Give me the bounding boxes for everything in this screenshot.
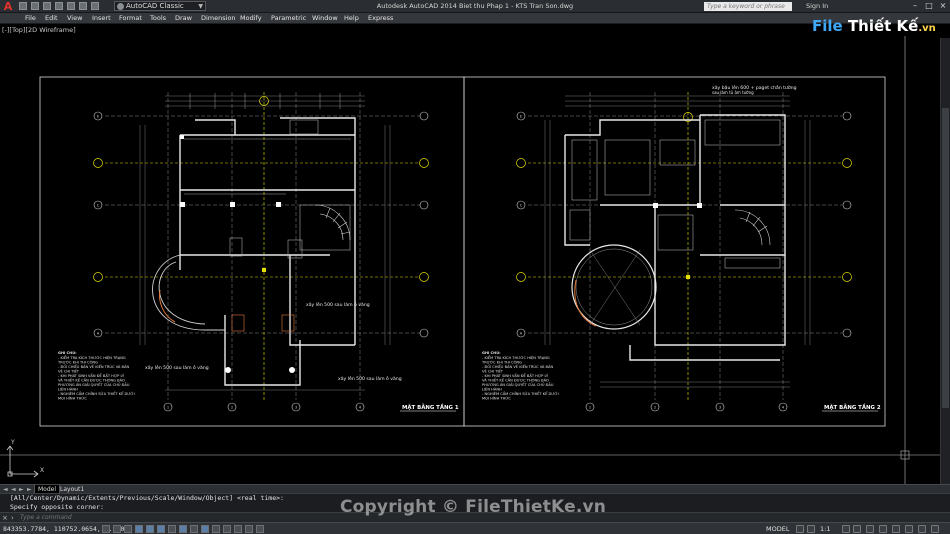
svg-text:4: 4 — [782, 406, 785, 410]
menu-edit[interactable]: Edit — [45, 13, 58, 24]
maximize-icon[interactable]: □ — [924, 1, 934, 11]
svg-text:- KHI PHÁT SINH VẤN ĐỀ BẤT HỢP: - KHI PHÁT SINH VẤN ĐỀ BẤT HỢP LÝ — [482, 373, 549, 378]
note-1: xây lên 500 sau làm ô văng — [306, 301, 370, 308]
3d-object-snap-toggle[interactable] — [168, 525, 176, 533]
layout-tabs: ◄ ◄ ► ► Model Layout1 — [0, 484, 950, 494]
note-5: sau làm tủ âm tường — [712, 90, 754, 95]
menu-tools[interactable]: Tools — [150, 13, 166, 24]
annotation-monitor-toggle[interactable] — [256, 525, 264, 533]
menu-draw[interactable]: Draw — [175, 13, 192, 24]
infer-constraints-toggle[interactable] — [102, 525, 110, 533]
menu-view[interactable]: View — [67, 13, 82, 24]
menu-modify[interactable]: Modify — [240, 13, 262, 24]
svg-text:3: 3 — [719, 406, 721, 410]
polar-tracking-toggle[interactable] — [146, 525, 154, 533]
menu-file[interactable]: File — [25, 13, 36, 24]
snap-mode-toggle[interactable] — [113, 525, 121, 533]
svg-text:MỌI HÌNH THỨC: MỌI HÌNH THỨC — [482, 396, 511, 401]
menu-express[interactable]: Express — [368, 13, 393, 24]
svg-text:C: C — [97, 204, 100, 208]
svg-text:LIÊN HÀNH: LIÊN HÀNH — [58, 387, 78, 392]
menu-bar: File Edit View Insert Format Tools Draw … — [0, 13, 950, 24]
svg-text:1: 1 — [167, 406, 169, 410]
svg-text:2: 2 — [231, 406, 233, 410]
vertical-scrollbar[interactable] — [940, 38, 950, 484]
svg-text:GHI CHÚ:: GHI CHÚ: — [482, 350, 501, 355]
svg-text:MỌI HÌNH THỨC: MỌI HÌNH THỨC — [58, 396, 87, 401]
floor-plan-2: xây bậu lên 600 + paget chắn tường sau l… — [481, 84, 881, 412]
menu-format[interactable]: Format — [119, 13, 142, 24]
svg-text:A: A — [520, 332, 523, 336]
search-input[interactable]: Type a keyword or phrase — [704, 2, 792, 11]
dynamic-ucs-toggle[interactable] — [190, 525, 198, 533]
svg-text:A: A — [97, 332, 100, 336]
title-bar: A AutoCAD Classic ▼ Autodesk AutoCAD 201… — [0, 0, 950, 13]
scrollbar-thumb[interactable] — [942, 108, 949, 408]
svg-text:4: 4 — [359, 406, 362, 410]
annotation-visibility-icon[interactable] — [842, 525, 850, 533]
ucs-y-label: Y — [10, 439, 15, 446]
annotation-scale[interactable]: 1:1 — [820, 523, 830, 534]
sign-in-button[interactable]: Sign In — [806, 1, 828, 11]
minimize-icon[interactable]: – — [910, 1, 920, 11]
lineweight-toggle[interactable] — [212, 525, 220, 533]
general-notes-1: GHI CHÚ: - KIỂM TRA KÍCH THƯỚC HIỆN TRẠN… — [57, 350, 135, 401]
object-snap-toggle[interactable] — [157, 525, 165, 533]
auto-scale-icon[interactable] — [853, 525, 861, 533]
isolate-objects-icon[interactable] — [905, 525, 913, 533]
svg-text:LIÊN HÀNH: LIÊN HÀNH — [482, 387, 502, 392]
svg-text:E: E — [97, 115, 100, 119]
svg-text:TRƯỚC KHI THI CÔNG: TRƯỚC KHI THI CÔNG — [481, 360, 522, 365]
menu-help[interactable]: Help — [344, 13, 359, 24]
viewport-controls[interactable]: [-][Top][2D Wireframe] — [2, 26, 76, 35]
svg-text:GHI CHÚ:: GHI CHÚ: — [58, 350, 77, 355]
note-2: xây lên 500 sau làm ô văng — [145, 364, 209, 371]
ucs-x-label: X — [40, 467, 44, 474]
autocad-window: A AutoCAD Classic ▼ Autodesk AutoCAD 201… — [0, 0, 950, 534]
note-3: xây lên 500 sau làm ô văng — [338, 375, 402, 382]
svg-text:- KIỂM TRA KÍCH THƯỚC HIỆN TRẠ: - KIỂM TRA KÍCH THƯỚC HIỆN TRẠNG — [482, 355, 550, 360]
svg-text:C: C — [520, 204, 523, 208]
object-snap-tracking-toggle[interactable] — [179, 525, 187, 533]
svg-text:E: E — [520, 115, 523, 119]
annotation-scale-icon[interactable] — [807, 525, 815, 533]
close-icon[interactable]: × — [938, 1, 948, 11]
status-bar-menu-icon[interactable] — [918, 525, 926, 533]
ucs-icon — [6, 445, 39, 478]
svg-text:2: 2 — [654, 406, 656, 410]
drawing-canvas[interactable]: xây lên 500 sau làm ô văng xây lên 500 s… — [0, 36, 940, 484]
quick-view-layouts-icon[interactable] — [796, 525, 804, 533]
menu-parametric[interactable]: Parametric — [271, 13, 306, 24]
svg-text:- KIỂM TRA KÍCH THƯỚC HIỆN TRẠ: - KIỂM TRA KÍCH THƯỚC HIỆN TRẠNG — [58, 355, 126, 360]
sheet-2-title: MẶT BẰNG TẦNG 2 — [824, 402, 881, 411]
copyright-watermark: Copyright © FileThietKe.vn — [340, 497, 607, 517]
sheet-1-title: MẶT BẰNG TẦNG 1 — [402, 402, 459, 411]
svg-text:3: 3 — [295, 406, 297, 410]
svg-text:1: 1 — [589, 406, 591, 410]
toolbar-lock-icon[interactable] — [879, 525, 887, 533]
status-bar: 843353.7784, 110752.0654, 0.0000 MODEL 1… — [0, 522, 950, 534]
svg-text:TRƯỚC KHI THI CÔNG: TRƯỚC KHI THI CÔNG — [57, 360, 98, 365]
filethietke-logo: File Thiết Kế.vn — [812, 17, 936, 35]
ortho-mode-toggle[interactable] — [135, 525, 143, 533]
general-notes-2: GHI CHÚ: - KIỂM TRA KÍCH THƯỚC HIỆN TRẠN… — [481, 350, 559, 401]
workspace-switching-icon[interactable] — [866, 525, 874, 533]
hardware-acceleration-icon[interactable] — [892, 525, 900, 533]
dynamic-input-toggle[interactable] — [201, 525, 209, 533]
menu-window[interactable]: Window — [312, 13, 338, 24]
menu-dimension[interactable]: Dimension — [201, 13, 236, 24]
menu-insert[interactable]: Insert — [92, 13, 111, 24]
floor-plan-1: xây lên 500 sau làm ô văng xây lên 500 s… — [57, 92, 459, 412]
quick-properties-toggle[interactable] — [234, 525, 242, 533]
model-space-button[interactable]: MODEL — [766, 523, 789, 534]
svg-text:- KHI PHÁT SINH VẤN ĐỀ BẤT HỢP: - KHI PHÁT SINH VẤN ĐỀ BẤT HỢP LÝ — [58, 373, 125, 378]
transparency-toggle[interactable] — [223, 525, 231, 533]
grid-display-toggle[interactable] — [124, 525, 132, 533]
selection-cycling-toggle[interactable] — [245, 525, 253, 533]
clean-screen-icon[interactable] — [931, 525, 939, 533]
